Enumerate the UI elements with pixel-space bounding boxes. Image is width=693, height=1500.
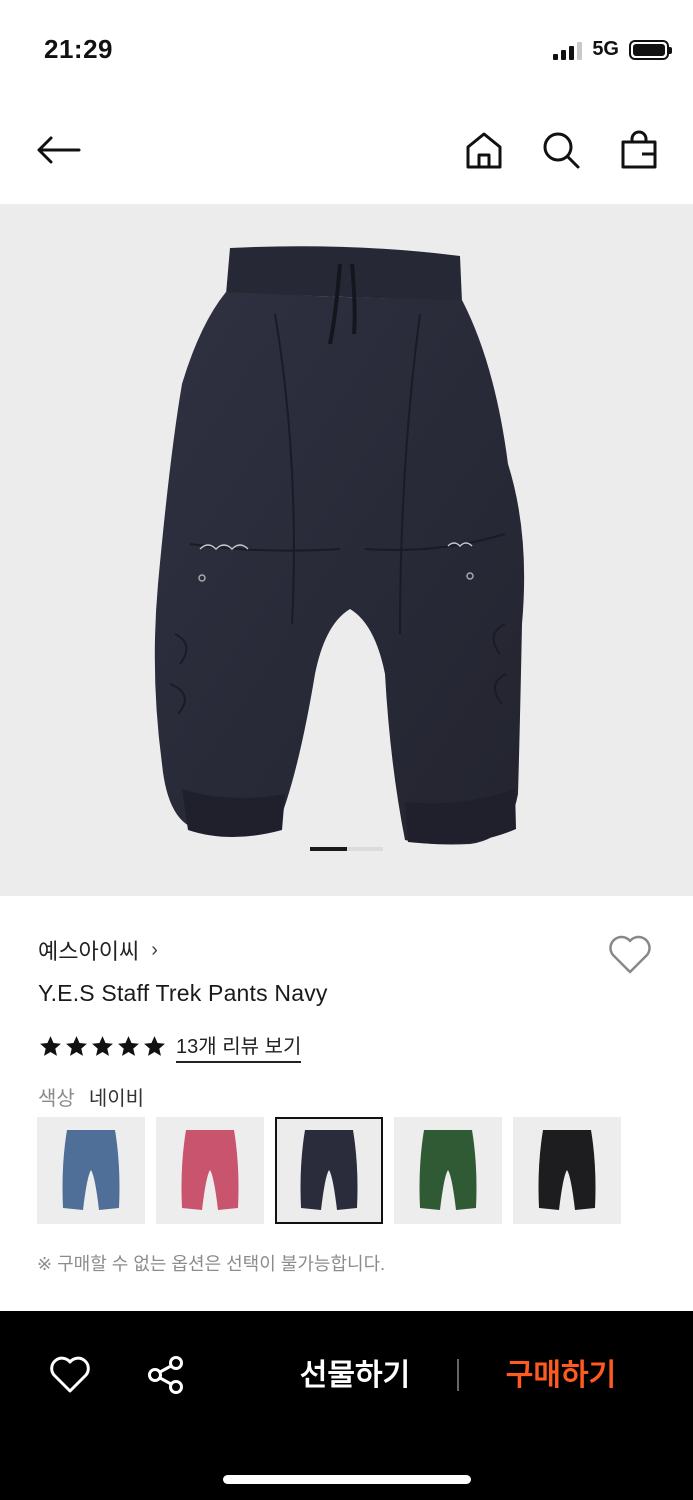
- status-indicators: 5G: [553, 38, 672, 61]
- gallery-pager: [310, 847, 383, 851]
- star-icon: [92, 1036, 113, 1056]
- bottom-action-bar: 선물하기 구매하기: [0, 1311, 693, 1500]
- wishlist-button[interactable]: [606, 932, 654, 976]
- back-arrow-icon: [37, 136, 81, 164]
- like-button[interactable]: [48, 1353, 92, 1397]
- color-value: 네이비: [88, 1088, 145, 1110]
- status-bar: 21:29 5G: [0, 0, 693, 100]
- color-option-row: 색상 네이비: [38, 1082, 144, 1111]
- home-indicator[interactable]: [223, 1475, 471, 1484]
- review-link[interactable]: 13개 리뷰 보기: [176, 1030, 302, 1063]
- swatch-thumbnail: [62, 1129, 120, 1210]
- brand-name: 예스아이씨: [38, 939, 140, 964]
- rating-row: 13개 리뷰 보기: [38, 1030, 302, 1063]
- status-time: 21:29: [44, 34, 113, 64]
- product-title: Y.E.S Staff Trek Pants Navy: [38, 980, 328, 1006]
- swatch-navy[interactable]: [275, 1117, 383, 1224]
- pager-indicator-active: [310, 847, 347, 851]
- top-nav: [0, 110, 693, 190]
- heart-icon: [609, 935, 651, 974]
- signal-icon: [553, 40, 583, 60]
- battery-icon: [629, 39, 672, 60]
- brand-link[interactable]: 예스아이씨 ›: [38, 934, 158, 966]
- swatch-black[interactable]: [513, 1117, 621, 1224]
- share-icon: [148, 1356, 183, 1394]
- heart-icon: [50, 1356, 90, 1393]
- home-button[interactable]: [458, 124, 510, 176]
- buy-button[interactable]: 구매하기: [466, 1351, 656, 1401]
- divider: [457, 1359, 459, 1391]
- star-icon: [144, 1036, 165, 1056]
- pager-indicator: [347, 847, 383, 851]
- product-image-gallery[interactable]: [0, 204, 693, 896]
- swatch-green[interactable]: [394, 1117, 502, 1224]
- star-icon: [118, 1036, 139, 1056]
- swatch-thumbnail: [181, 1129, 239, 1210]
- star-icon: [40, 1036, 61, 1056]
- chevron-right-icon: ›: [151, 938, 158, 961]
- product-image: [154, 246, 525, 845]
- home-icon: [466, 132, 502, 169]
- color-swatches: [37, 1117, 621, 1224]
- swatch-blue[interactable]: [37, 1117, 145, 1224]
- star-rating: [38, 1034, 167, 1059]
- shopping-bag-icon: [621, 130, 657, 169]
- color-label: 색상: [38, 1088, 75, 1110]
- cart-button[interactable]: [613, 124, 665, 176]
- share-button[interactable]: [144, 1353, 188, 1397]
- swatch-thumbnail: [300, 1129, 358, 1210]
- swatch-pink[interactable]: [156, 1117, 264, 1224]
- option-notice: ※ 구매할 수 없는 옵션은 선택이 불가능합니다.: [37, 1254, 386, 1274]
- search-icon: [543, 132, 580, 169]
- search-button[interactable]: [535, 124, 587, 176]
- gift-button[interactable]: 선물하기: [260, 1351, 450, 1401]
- swatch-thumbnail: [538, 1129, 596, 1210]
- swatch-thumbnail: [419, 1129, 477, 1210]
- network-label: 5G: [592, 38, 619, 60]
- star-icon: [66, 1036, 87, 1056]
- back-button[interactable]: [32, 124, 84, 176]
